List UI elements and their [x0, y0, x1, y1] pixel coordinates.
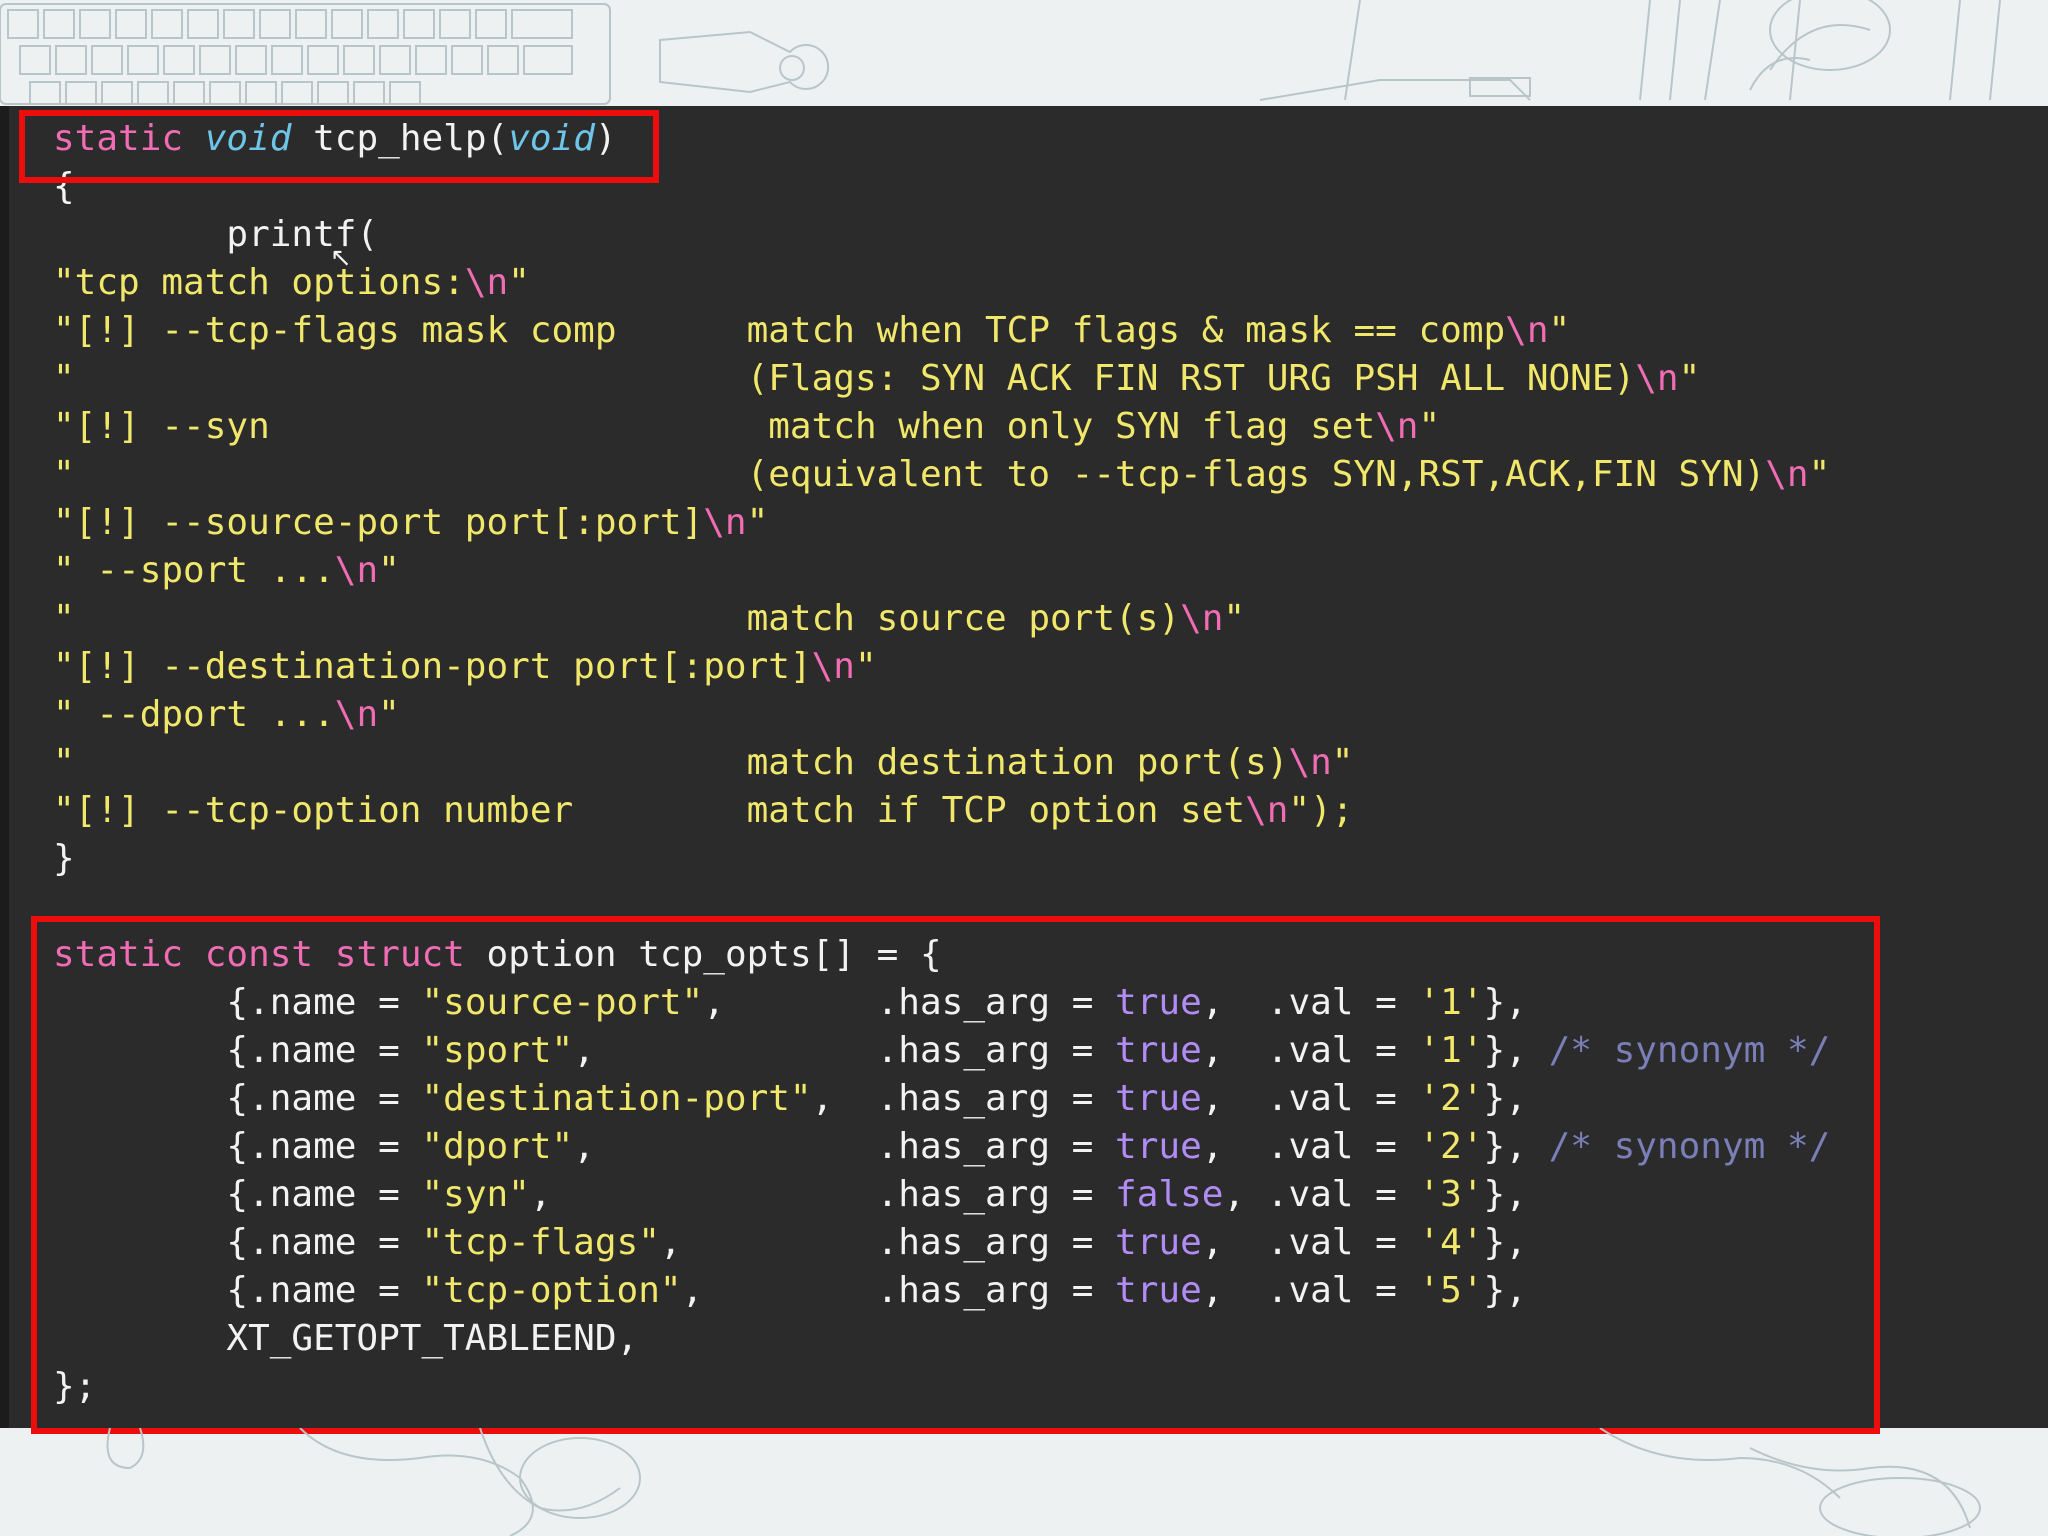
code-line-struct-close: };	[53, 1366, 97, 1407]
code-line-help: " match destination port(s)\n"	[53, 742, 1354, 783]
code-line-help: " --dport ...\n"	[53, 694, 400, 735]
code-line-tableend: XT_GETOPT_TABLEEND,	[226, 1318, 639, 1359]
code-line-help: "[!] --tcp-flags mask comp match when TC…	[53, 310, 1571, 351]
code-line-help: "tcp match options:\n"	[53, 262, 530, 303]
code-line-help: " (equivalent to --tcp-flags SYN,RST,ACK…	[53, 454, 1831, 495]
glasses-sketch-icon	[106, 1428, 1981, 1536]
code-line-option: {.name = "tcp-flags", .has_arg = true, .…	[53, 1222, 1527, 1263]
code-line-printf: printf(	[226, 214, 379, 255]
background-doodle-bottom	[0, 1428, 2048, 1536]
code-line-help: " match source port(s)\n"	[53, 598, 1246, 639]
keyboard-sketch-icon	[0, 0, 2001, 105]
code-line-option: {.name = "sport", .has_arg = true, .val …	[53, 1030, 1831, 1071]
code-line-help: "[!] --source-port port[:port]\n"	[53, 502, 769, 543]
code-line-option: {.name = "source-port", .has_arg = true,…	[53, 982, 1527, 1023]
code-line-help: "[!] --syn match when only SYN flag set\…	[53, 406, 1441, 447]
code-line-help: "[!] --destination-port port[:port]\n"	[53, 646, 877, 687]
code-line-option: {.name = "destination-port", .has_arg = …	[53, 1078, 1527, 1119]
background-doodle-top	[0, 0, 2048, 106]
code-editor[interactable]: static void tcp_help(void) { printf( "tcp …	[0, 106, 2048, 1428]
code-block: static void tcp_help(void) { printf( "tcp …	[53, 115, 1830, 1411]
code-line-help: "[!] --tcp-option number match if TCP op…	[53, 790, 1354, 831]
code-line-brace-open: {	[53, 166, 75, 207]
code-line-option: {.name = "syn", .has_arg = false, .val =…	[53, 1174, 1527, 1215]
code-line-help: " (Flags: SYN ACK FIN RST URG PSH ALL NO…	[53, 358, 1701, 399]
code-line-option: {.name = "dport", .has_arg = true, .val …	[53, 1126, 1831, 1167]
mouse-cursor-icon: ↖	[330, 243, 352, 273]
code-line-struct-decl: static const struct option tcp_opts[] = …	[53, 934, 942, 975]
code-line-func-decl: static void tcp_help(void)	[53, 118, 617, 159]
code-line-help: " --sport ...\n"	[53, 550, 400, 591]
code-line-option: {.name = "tcp-option", .has_arg = true, …	[53, 1270, 1527, 1311]
editor-gutter	[0, 106, 9, 1428]
code-line-brace-close: }	[53, 838, 75, 879]
